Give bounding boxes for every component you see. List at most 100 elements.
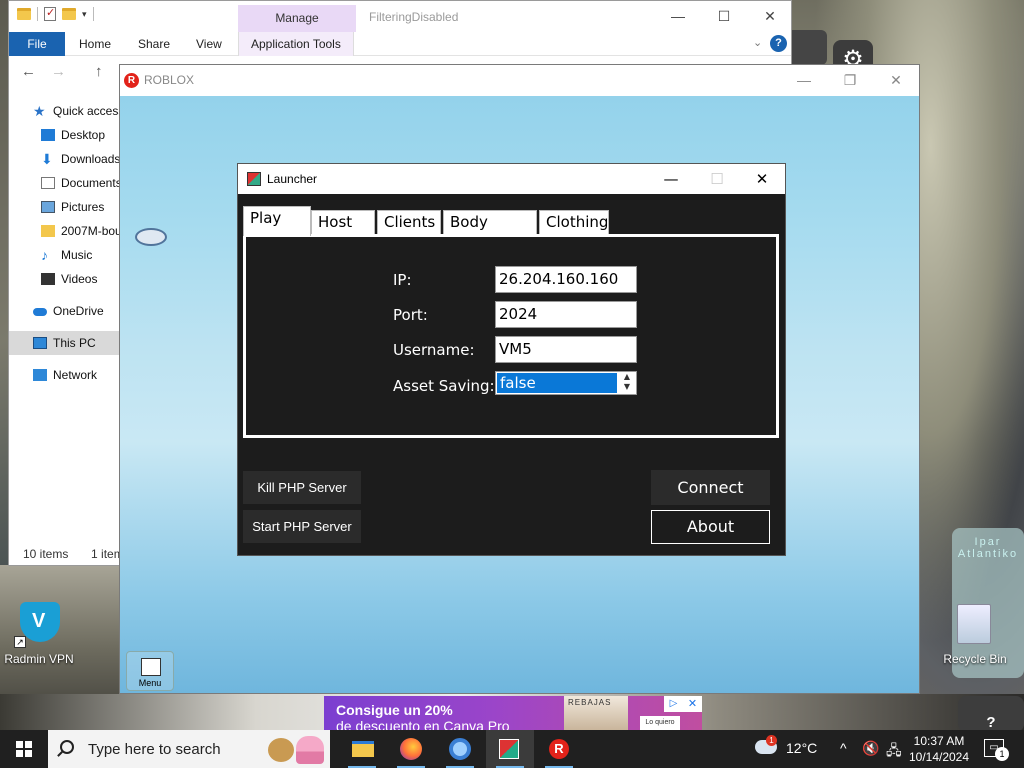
minimize-button[interactable]: — [781, 65, 827, 96]
nav-item-quick-access[interactable]: ★ Quick access [9, 99, 121, 123]
system-clock[interactable]: 10:37 AM 10/14/2024 [906, 733, 972, 765]
asset-saving-spinner[interactable]: false ▲ ▼ [495, 371, 637, 395]
tab-share[interactable]: Share [138, 32, 170, 56]
film-icon [41, 273, 55, 285]
chat-bubble-icon[interactable] [135, 228, 167, 246]
search-highlight-image[interactable] [268, 734, 328, 764]
radmin-vpn-label[interactable]: Radmin VPN [0, 652, 78, 666]
nav-item-2007m-folder[interactable]: 2007M-bou [9, 219, 121, 243]
separator [92, 7, 94, 21]
asset-saving-label: Asset Saving: [393, 377, 495, 395]
ad-image-text: REBAJAS [568, 698, 612, 707]
taskbar-file-explorer[interactable] [338, 730, 386, 768]
taskbar-search-box[interactable]: Type here to search [48, 730, 330, 768]
manage-tab[interactable]: Manage [238, 5, 356, 32]
nav-item-music[interactable]: ♪ Music [9, 243, 121, 267]
window-title: ROBLOX [144, 73, 195, 87]
chevron-down-icon[interactable]: ▼ [621, 382, 633, 392]
separator [37, 7, 38, 21]
close-button[interactable]: ✕ [739, 164, 785, 194]
navigation-pane: ★ Quick access Desktop ⬇ Downloads Docum… [9, 99, 121, 387]
properties-icon[interactable] [44, 6, 56, 21]
start-button[interactable] [0, 730, 48, 768]
folder-icon[interactable] [17, 8, 31, 20]
ip-input[interactable]: 26.204.160.160 [495, 266, 637, 293]
nav-item-label: This PC [53, 336, 96, 350]
menu-button[interactable]: Menu [126, 651, 174, 691]
kill-php-server-button[interactable]: Kill PHP Server [243, 471, 361, 504]
recycle-bin-icon[interactable] [957, 604, 991, 644]
nav-item-onedrive[interactable]: OneDrive [9, 299, 121, 323]
nav-item-pictures[interactable]: Pictures [9, 195, 121, 219]
network-icon[interactable]: 🖧 [886, 740, 902, 764]
nav-item-label: OneDrive [53, 304, 104, 318]
tab-application-tools[interactable]: Application Tools [238, 32, 354, 56]
launcher-titlebar: Launcher — ☐ ✕ [238, 164, 785, 194]
radmin-vpn-icon[interactable] [20, 602, 60, 642]
nav-item-documents[interactable]: Documents [9, 171, 121, 195]
nav-item-downloads[interactable]: ⬇ Downloads [9, 147, 121, 171]
tab-body-colors[interactable]: Body Colors [443, 210, 537, 254]
nav-item-desktop[interactable]: Desktop [9, 123, 121, 147]
roblox-logo-icon: R [124, 73, 139, 88]
weather-alert-badge: 1 [766, 735, 777, 746]
taskbar-launcher[interactable] [486, 730, 534, 768]
expand-ribbon-icon[interactable]: ⌄ [753, 36, 762, 49]
temperature-readout[interactable]: 12°C [786, 740, 817, 756]
nav-item-this-pc[interactable]: This PC [9, 331, 121, 355]
status-bar: 10 items 1 item [23, 547, 124, 561]
maximize-button[interactable]: ☐ [701, 1, 747, 32]
chevron-up-icon[interactable]: ^ [840, 740, 847, 756]
start-php-server-button[interactable]: Start PHP Server [243, 510, 361, 543]
tab-clothing[interactable]: Clothing [539, 210, 609, 235]
nav-item-label: Network [53, 368, 98, 382]
search-placeholder[interactable]: Type here to search [88, 741, 221, 758]
forward-arrow-icon[interactable]: → [51, 63, 66, 80]
close-button[interactable]: ✕ [747, 1, 793, 32]
new-folder-icon[interactable] [62, 8, 76, 20]
chevron-up-icon[interactable]: ▲ [621, 372, 633, 382]
up-arrow-icon[interactable]: ↑ [95, 63, 103, 80]
minimize-button[interactable]: — [648, 164, 694, 194]
ad-banner[interactable]: Consigue un 20% de descuento en Canva Pr… [324, 696, 702, 730]
tab-clients[interactable]: Clients [377, 210, 441, 235]
tab-view[interactable]: View [196, 32, 222, 56]
help-question-icon: ? [958, 696, 1024, 732]
customize-toolbar-icon[interactable]: ▾ [82, 9, 87, 20]
tab-home[interactable]: Home [79, 32, 111, 56]
tab-host[interactable]: Host [311, 210, 375, 235]
minimize-button[interactable]: — [655, 1, 701, 32]
explorer-titlebar: ▾ Manage FilteringDisabled — ☐ ✕ [9, 1, 791, 32]
ad-close-icon[interactable]: ✕ [683, 696, 702, 712]
roblox-logo-icon: R [549, 739, 569, 759]
close-button[interactable]: ✕ [873, 65, 919, 96]
back-arrow-icon[interactable]: ← [21, 63, 36, 80]
nav-item-videos[interactable]: Videos [9, 267, 121, 291]
window-title: Launcher [267, 172, 318, 186]
tab-play[interactable]: Play [243, 206, 311, 236]
taskbar-roblox[interactable]: R [535, 730, 583, 768]
spinner-arrows[interactable]: ▲ ▼ [621, 372, 633, 394]
background-tile [787, 30, 827, 65]
ip-label: IP: [393, 271, 412, 289]
tab-file[interactable]: File [9, 32, 65, 56]
folder-icon [41, 225, 55, 237]
ad-info-icon[interactable]: ▷ [664, 696, 683, 712]
nav-item-network[interactable]: Network [9, 363, 121, 387]
recycle-bin-label[interactable]: Recycle Bin [940, 652, 1010, 666]
window-title: FilteringDisabled [369, 10, 459, 24]
windows-logo-icon [16, 741, 32, 757]
help-icon[interactable]: ? [770, 35, 787, 52]
asset-saving-value[interactable]: false [497, 373, 617, 393]
username-input[interactable]: VM5 [495, 336, 637, 363]
volume-muted-icon[interactable]: 🔇 [862, 740, 879, 757]
ad-cta-button[interactable]: Lo quiero [640, 716, 680, 730]
port-label: Port: [393, 306, 428, 324]
about-button[interactable]: About [651, 510, 770, 544]
taskbar-chrome[interactable] [436, 730, 484, 768]
port-input[interactable]: 2024 [495, 301, 637, 328]
taskbar-firefox[interactable] [387, 730, 435, 768]
connect-button[interactable]: Connect [651, 470, 770, 505]
restore-button[interactable]: ❐ [827, 65, 873, 96]
